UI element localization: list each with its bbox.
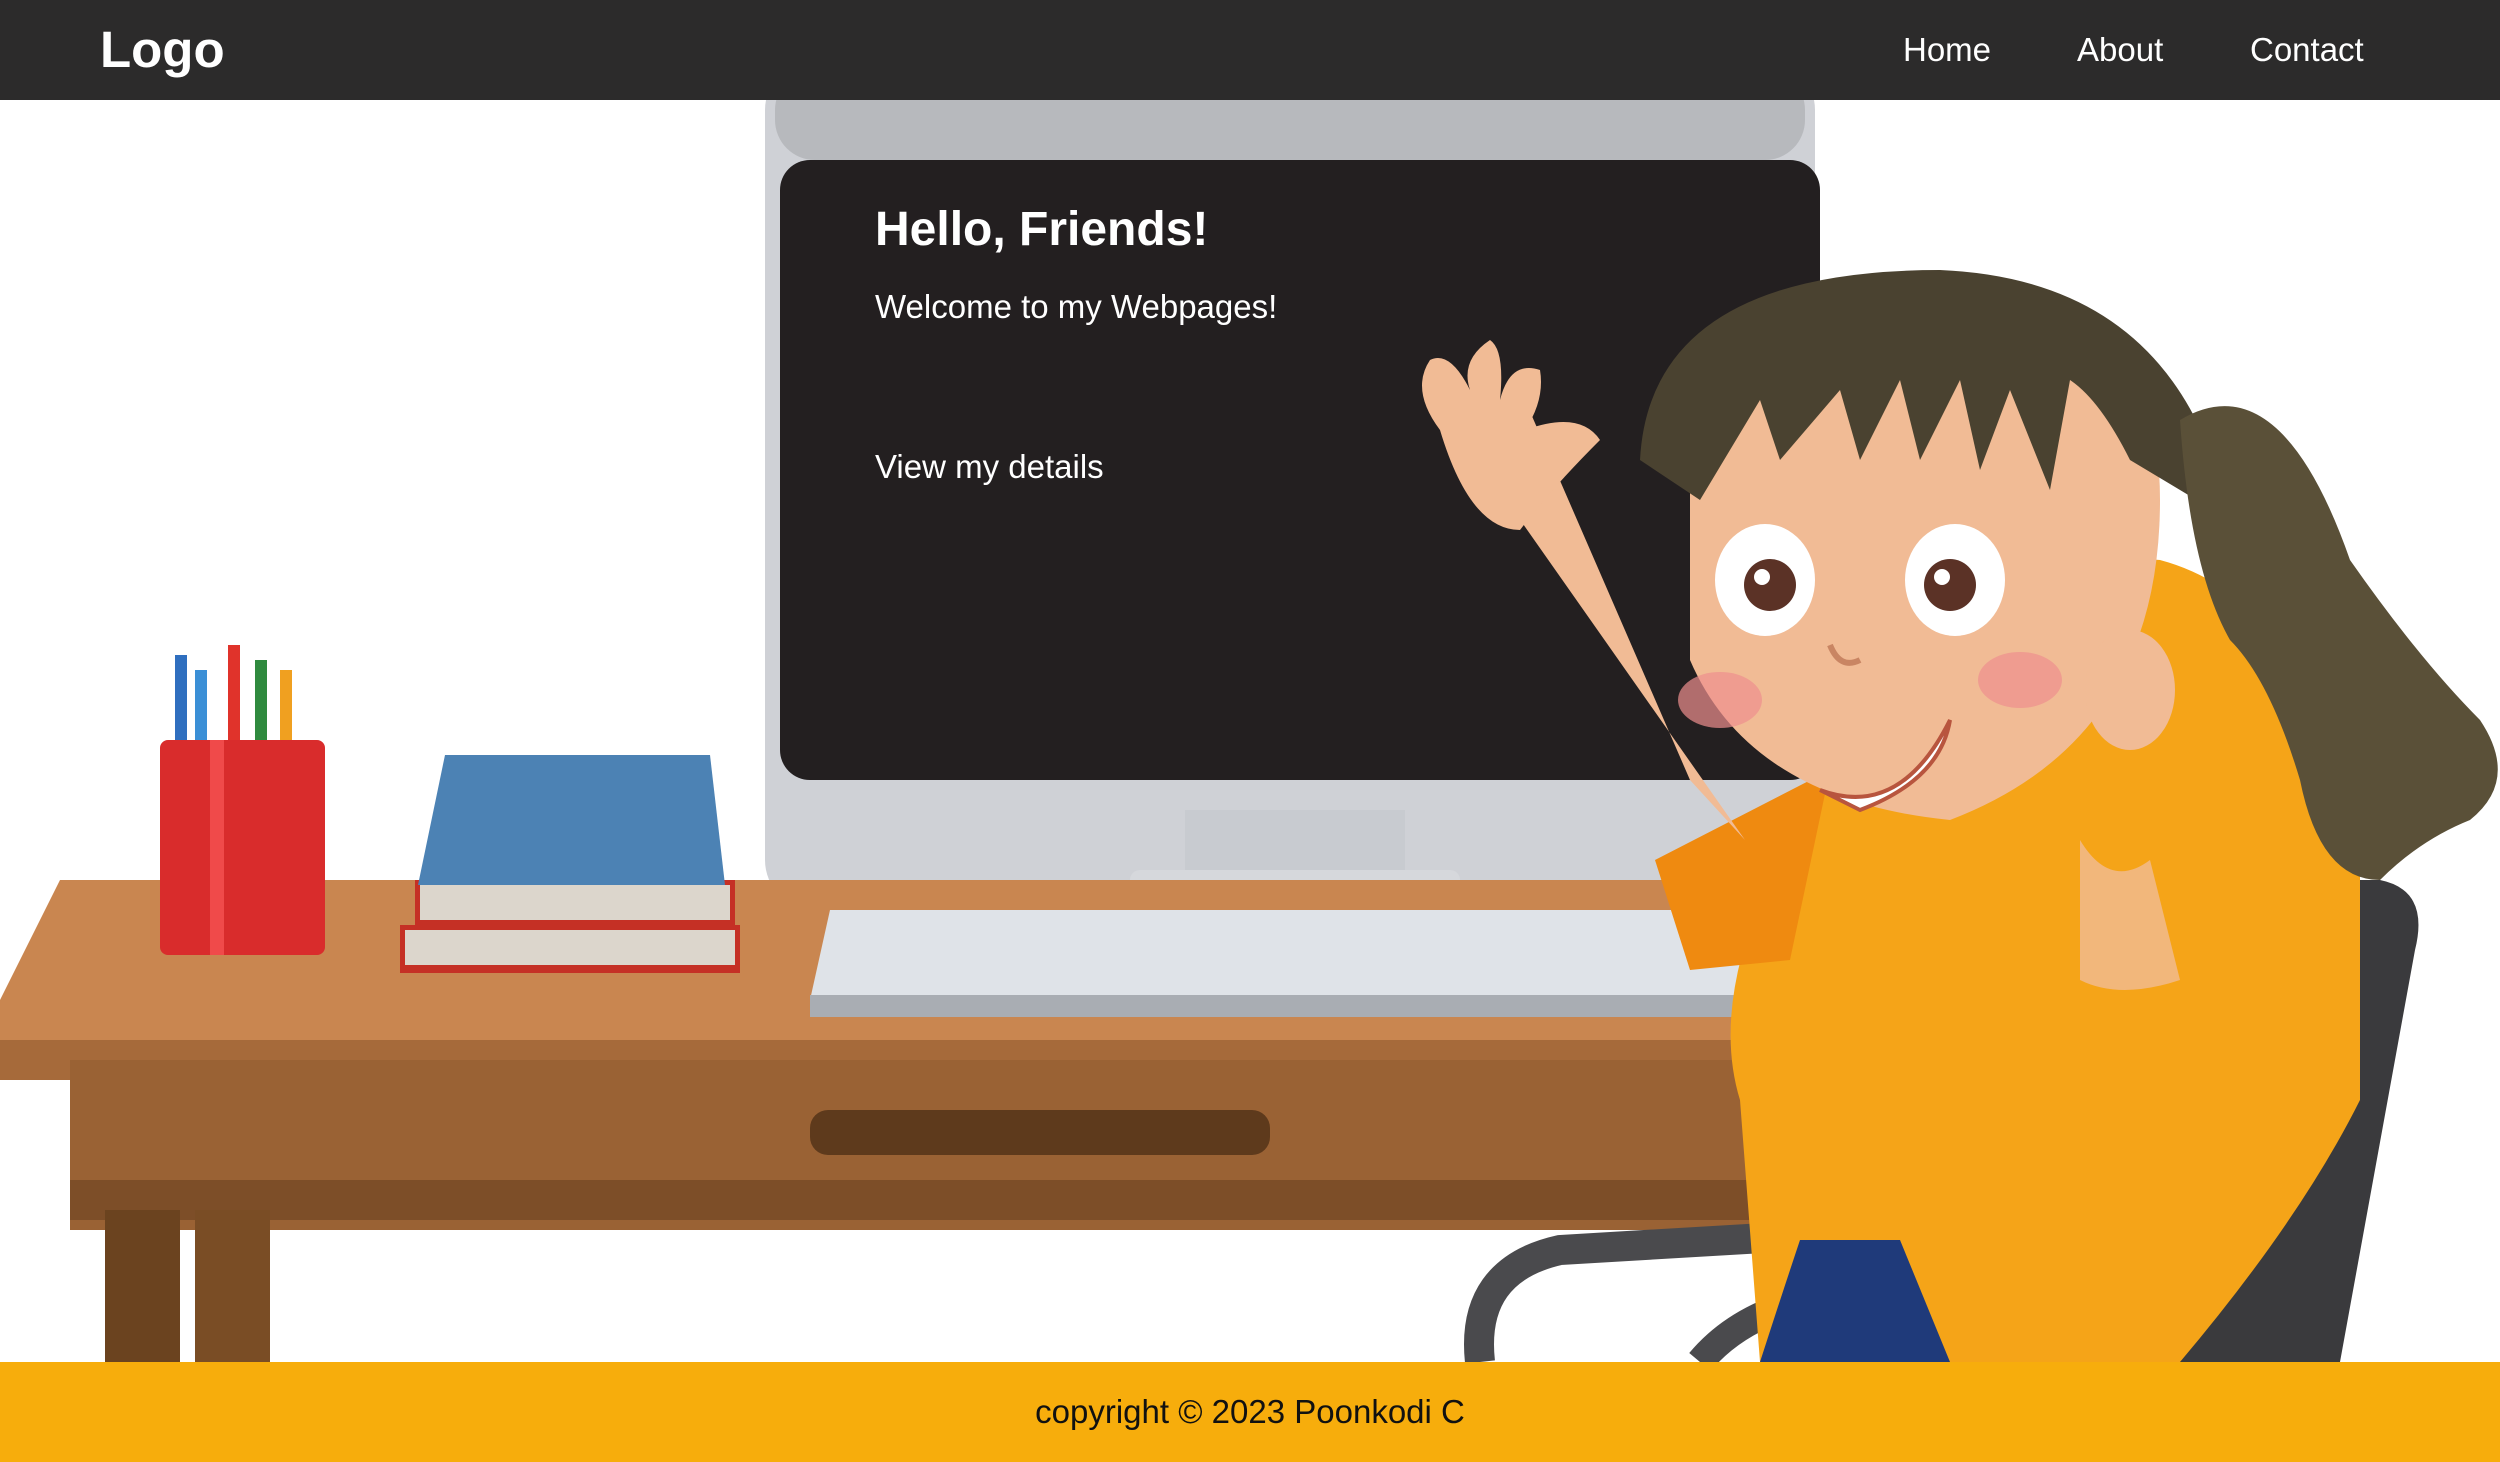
footer: copyright © 2023 Poonkodi C [0, 1362, 2500, 1462]
pencil-cup-illustration [160, 645, 325, 955]
books-illustration [400, 755, 740, 973]
copyright-text: copyright © 2023 Poonkodi C [1035, 1393, 1465, 1430]
hero-title: Hello, Friends! [875, 203, 1209, 256]
nav-home-link[interactable]: Home [1903, 28, 1991, 72]
keyboard-illustration [810, 910, 1770, 1017]
logo[interactable]: Logo [100, 20, 225, 80]
hero-subtitle: Welcome to my Webpages! [875, 288, 1278, 325]
nav-about-link[interactable]: About [2077, 28, 2163, 72]
navbar: Logo Home About Contact [0, 0, 2500, 100]
view-details-link[interactable]: View my details [875, 445, 1104, 489]
hero-section: Hello, Friends! Welcome to my Webpages! … [0, 100, 2500, 1362]
nav-contact-link[interactable]: Contact [2250, 28, 2364, 72]
